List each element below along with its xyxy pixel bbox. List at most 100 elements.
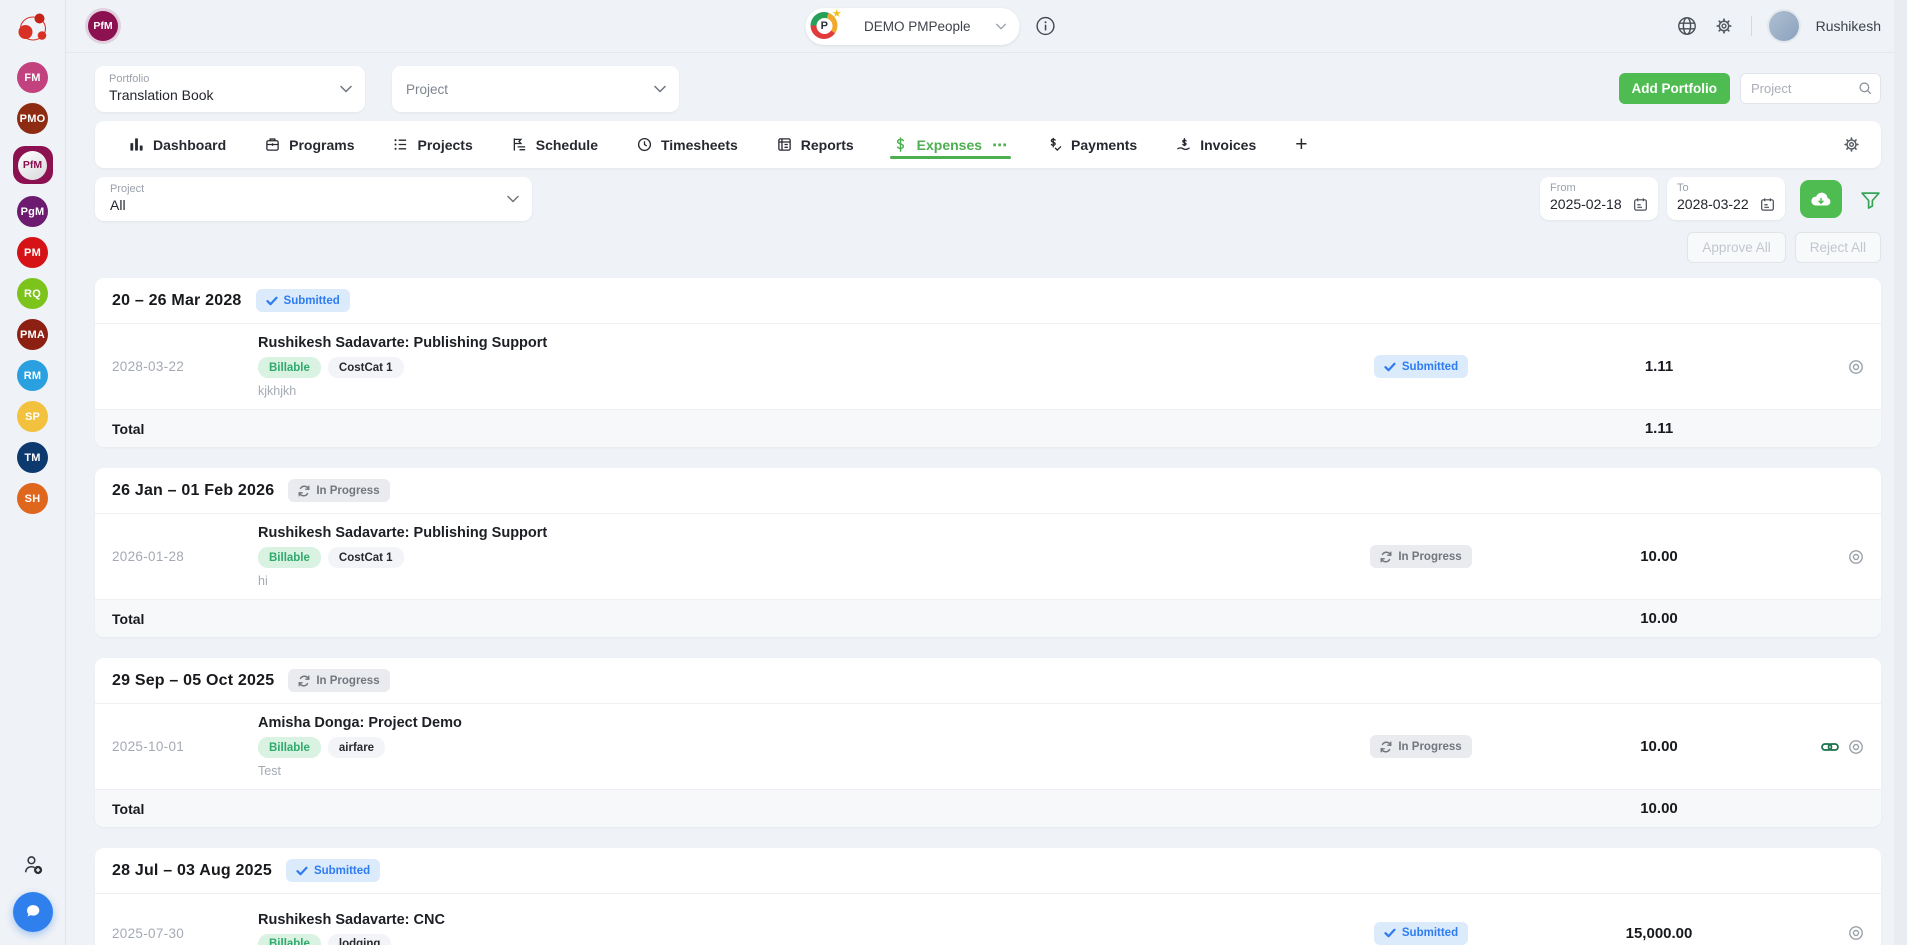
scrollbar[interactable] [1894,0,1907,945]
sidebar-role-pgm[interactable]: PgM [17,196,48,227]
link-icon[interactable] [1821,740,1839,754]
sidebar-role-pmo[interactable]: PMO [17,103,48,134]
expense-date: 2028-03-22 [112,359,185,374]
check-icon [1384,362,1396,371]
expense-group: 29 Sep – 05 Oct 2025 In Progress 2025-10… [95,658,1881,827]
group-status-badge: In Progress [288,669,390,692]
clock-icon [637,137,652,152]
role-label: SH [24,492,41,505]
tab-projects[interactable]: Projects [393,121,473,168]
group-period: 28 Jul – 03 Aug 2025 [112,861,272,879]
refresh-icon [1380,740,1392,753]
sidebar-role-sh[interactable]: SH [17,483,48,514]
role-label: PM [24,246,41,259]
check-icon [265,296,278,305]
role-label: PMA [19,328,46,341]
tab-programs[interactable]: Programs [265,121,354,168]
language-button[interactable] [1677,16,1697,36]
tab-payments[interactable]: Payments [1047,121,1137,168]
expense-date: 2025-10-01 [112,739,185,754]
chat-bubble-icon [22,901,44,923]
calendar-icon [1633,197,1648,212]
group-status-badge: Submitted [255,289,350,312]
sidebar-role-rq[interactable]: RQ [17,278,48,309]
date-to-field[interactable]: To 2028-03-22 [1667,177,1785,220]
tab-more-icon[interactable]: ⋯ [992,136,1008,154]
user-name[interactable]: Rushikesh [1816,18,1881,34]
project-select[interactable]: Project [392,66,679,112]
sidebar-role-rm[interactable]: RM [17,360,48,391]
tab-invoices[interactable]: Invoices [1176,121,1256,168]
main-area: PfM P ★ DEMO PMPeople Rushikesh Portfoli… [66,0,1907,945]
group-total-row: Total 1.11 [95,409,1881,447]
dashboard-icon [129,137,144,152]
portfolio-toolbar: Portfolio Translation Book Project Add P… [66,53,1907,112]
tab-schedule[interactable]: Schedule [512,121,598,168]
reports-icon [777,137,792,152]
group-status-badge: Submitted [285,859,381,882]
expense-amount: 1.11 [1644,358,1674,375]
globe-icon [1677,16,1697,36]
portfolio-select-label: Portfolio [109,73,150,85]
tabs-settings-button[interactable] [1842,135,1861,154]
filter-project-select[interactable]: Project All [95,177,532,221]
expense-description: kjkhjkh [258,384,297,398]
programs-icon [265,137,280,152]
eye-icon[interactable] [1848,739,1864,755]
cloud-download-icon [1809,189,1833,209]
sidebar-role-tm[interactable]: TM [17,442,48,473]
expense-title: Amisha Donga: Project Demo [258,715,462,731]
group-period: 26 Jan – 01 Feb 2026 [112,481,275,499]
plus-icon: + [1295,132,1308,156]
sidebar-role-pm[interactable]: PM [17,237,48,268]
tab-add[interactable]: + [1295,121,1307,168]
eye-icon[interactable] [1848,925,1864,941]
sidebar-role-fm[interactable]: FM [17,62,48,93]
add-portfolio-button[interactable]: Add Portfolio [1618,73,1730,104]
category-badge: lodging [327,933,392,945]
filter-button[interactable] [1860,188,1881,210]
chevron-down-icon [507,195,519,203]
approve-all-button[interactable]: Approve All [1687,232,1786,263]
expense-group: 26 Jan – 01 Feb 2026 In Progress 2026-01… [95,468,1881,637]
expense-date: 2025-07-30 [112,925,185,941]
reject-all-button[interactable]: Reject All [1794,232,1881,263]
portfolio-select[interactable]: Portfolio Translation Book [95,66,365,112]
eye-icon[interactable] [1848,359,1864,375]
expense-group: 28 Jul – 03 Aug 2025 Submitted 2025-07-3… [95,848,1881,945]
sidebar-role-pma[interactable]: PMA [17,319,48,350]
expense-status-badge: In Progress [1370,545,1472,568]
app-root: FM PMO PfM PgM PM RQ PMA RM SP TM SH PfM… [0,0,1907,945]
expense-row: 2026-01-28 Rushikesh Sadavarte: Publishi… [95,514,1881,599]
expense-description: Test [258,764,281,778]
role-label: PfM [22,159,43,171]
tab-timesheets[interactable]: Timesheets [637,121,738,168]
eye-icon[interactable] [1848,549,1864,565]
category-badge: airfare [327,737,386,758]
group-total-row: Total 10.00 [95,599,1881,637]
portfolio-select-value: Translation Book [109,87,214,103]
workspace-selector[interactable]: P ★ DEMO PMPeople [805,7,1020,45]
date-from-field[interactable]: From 2025-02-18 [1540,177,1658,220]
sidebar-role-sp[interactable]: SP [17,401,48,432]
tab-dashboard[interactable]: Dashboard [129,121,226,168]
search-icon [1858,81,1873,96]
sidebar-role-pfm-active[interactable]: PfM [12,146,53,184]
invite-user-icon[interactable] [21,854,44,877]
info-button[interactable] [1035,15,1057,37]
gear-icon [1842,135,1861,154]
expense-row: 2025-07-30 Rushikesh Sadavarte: CNC Bill… [95,894,1881,945]
tab-expenses[interactable]: Expenses ⋯ [889,121,1012,168]
expense-status-badge: Submitted [1373,355,1469,378]
settings-button[interactable] [1714,16,1734,36]
chat-button[interactable] [12,892,53,932]
tab-reports[interactable]: Reports [777,121,854,168]
role-label: FM [24,71,41,84]
current-role-badge[interactable]: PfM [88,11,118,41]
expense-amount: 10.00 [1640,738,1678,755]
avatar[interactable] [1768,11,1799,41]
expense-title: Rushikesh Sadavarte: Publishing Support [258,525,548,541]
export-button[interactable] [1800,179,1842,218]
date-from-value: 2025-02-18 [1550,196,1622,212]
total-label: Total [112,800,145,817]
